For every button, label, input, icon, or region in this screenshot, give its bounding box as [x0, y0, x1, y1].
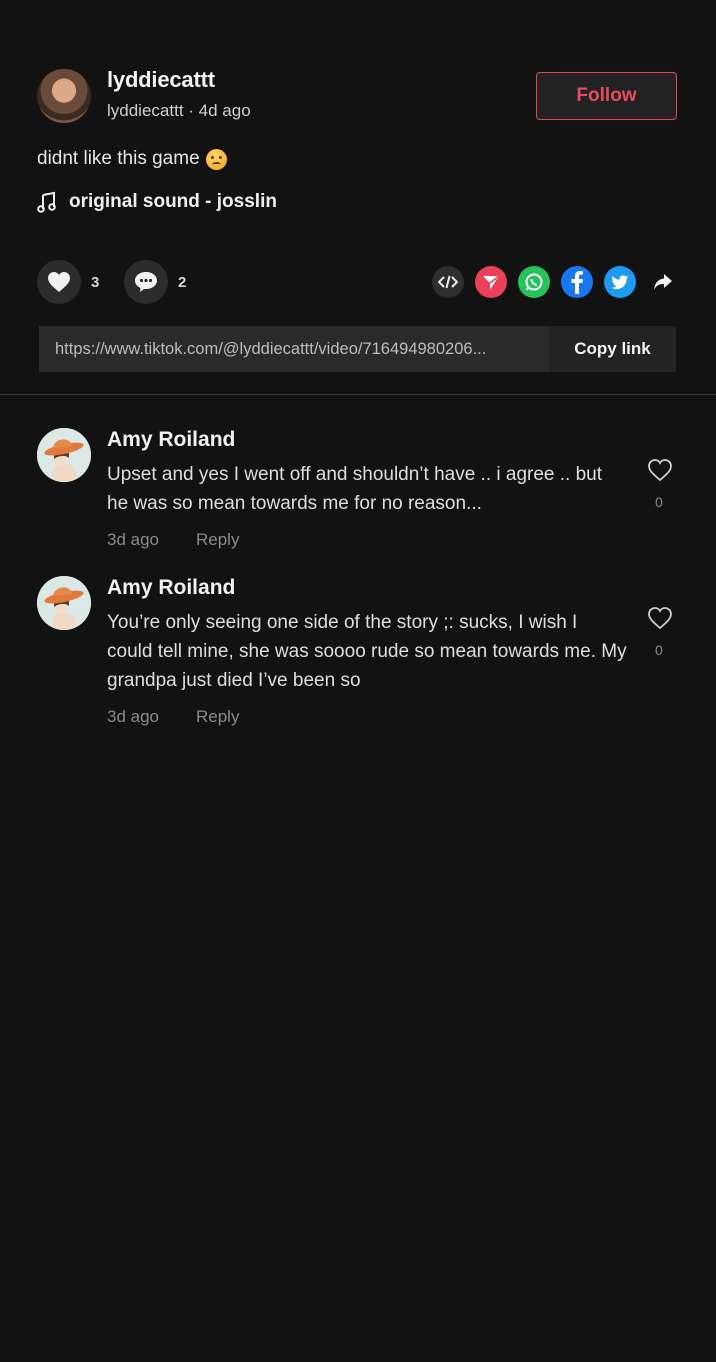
music-note-icon [37, 191, 56, 213]
comment-meta: 3d ago Reply [107, 530, 239, 550]
heart-icon [48, 272, 70, 292]
commenter-name[interactable]: Amy Roiland [107, 428, 235, 452]
author-display-name[interactable]: lyddiecattt [107, 67, 215, 93]
comment-time: 3d ago [107, 530, 159, 549]
sound-title: original sound - josslin [69, 191, 277, 212]
comment-meta: 3d ago Reply [107, 707, 239, 727]
section-divider [0, 394, 716, 395]
comment-like-count: 0 [655, 642, 663, 658]
caption-text: didnt like this game [37, 148, 200, 169]
embed-icon[interactable] [432, 266, 464, 298]
comment-text: Upset and yes I went off and shouldn’t h… [107, 464, 603, 514]
follow-button[interactable]: Follow [536, 72, 677, 120]
twitter-icon[interactable] [604, 266, 636, 298]
whatsapp-icon[interactable] [518, 266, 550, 298]
angry-face-emoji-icon [205, 148, 227, 170]
comment-count: 2 [178, 273, 187, 291]
share-link-box: https://www.tiktok.com/@lyddiecattt/vide… [39, 326, 676, 372]
comment-like-heart-icon[interactable] [647, 606, 673, 630]
post-caption: didnt like this game [37, 148, 227, 170]
share-row [432, 266, 679, 298]
video-link-field[interactable]: https://www.tiktok.com/@lyddiecattt/vide… [39, 326, 549, 372]
author-username-time: lyddiecattt · 4d ago [107, 101, 251, 120]
comment-like-heart-icon[interactable] [647, 458, 673, 482]
copy-link-button[interactable]: Copy link [549, 326, 676, 372]
comment-bubble-icon [135, 272, 157, 292]
send-to-friends-icon[interactable] [475, 266, 507, 298]
sound-link[interactable]: original sound - josslin [37, 191, 277, 213]
author-avatar[interactable] [37, 69, 91, 123]
comment-button[interactable] [124, 260, 168, 304]
comment-text: You’re only seeing one side of the story… [107, 612, 627, 691]
reply-button[interactable]: Reply [196, 530, 239, 550]
comment-like-count: 0 [655, 494, 663, 510]
like-button[interactable] [37, 260, 81, 304]
like-count: 3 [91, 273, 100, 291]
commenter-name[interactable]: Amy Roiland [107, 576, 235, 600]
like-action: 3 [37, 260, 99, 304]
comment-action: 2 [124, 260, 186, 304]
comment-time: 3d ago [107, 707, 159, 726]
share-arrow-icon[interactable] [647, 266, 679, 298]
facebook-icon[interactable] [561, 266, 593, 298]
reply-button[interactable]: Reply [196, 707, 239, 727]
commenter-avatar[interactable] [37, 428, 91, 482]
commenter-avatar[interactable] [37, 576, 91, 630]
